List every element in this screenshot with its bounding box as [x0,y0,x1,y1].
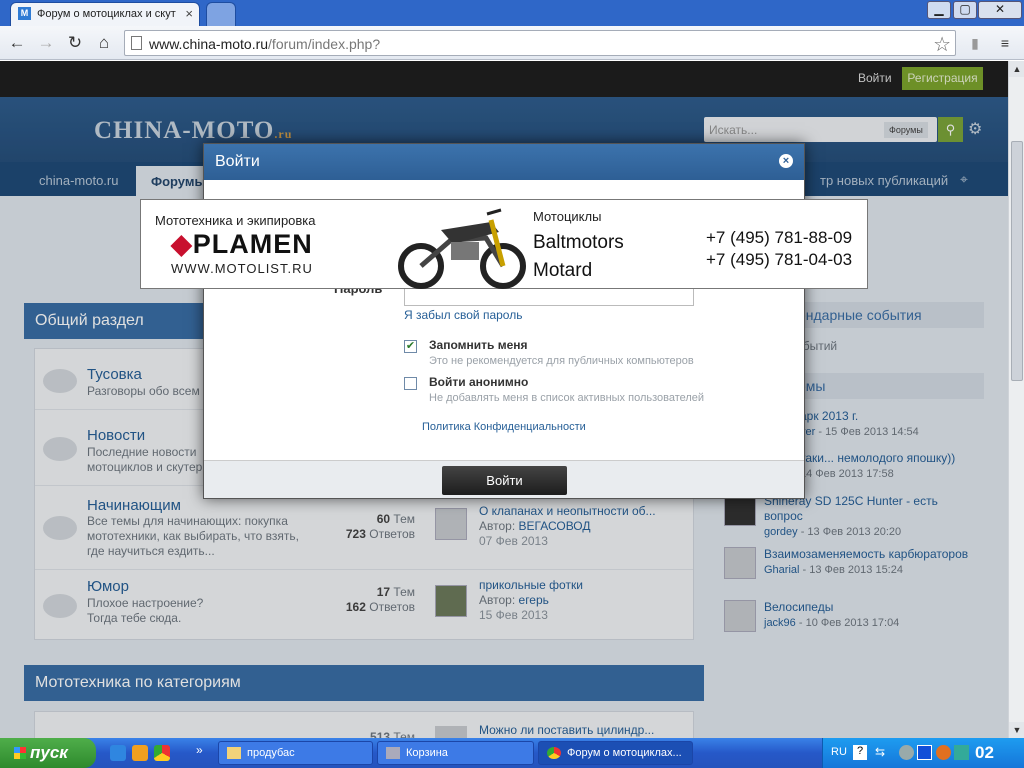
login-anonymous-hint: Не добавлять меня в список активных поль… [429,392,705,404]
scroll-up-icon[interactable]: ▲ [1009,61,1024,77]
folder-icon [227,747,241,759]
close-icon[interactable]: × [779,154,793,168]
dialog-footer: Войти [204,460,804,498]
minimize-button[interactable]: ▁ [927,1,951,19]
dialog-title: Войти [204,144,804,180]
reload-icon[interactable]: ↻ [64,32,86,54]
privacy-policy-link[interactable]: Политика Конфиденциальности [422,421,586,433]
tab-title: Форум о мотоциклах и скут [37,8,176,20]
ad-site: WWW.MOTOLIST.RU [171,261,313,276]
chrome-icon[interactable] [154,745,170,761]
taskbar-item[interactable]: продубас [218,741,373,765]
ad-category: Мотоциклы [533,209,602,224]
window-close-button[interactable]: ✕ [978,1,1022,19]
login-anonymous-label[interactable]: Войти анонимно [429,375,528,389]
ad-phone: +7 (495) 781-04-03 [706,250,853,269]
forgot-password-link[interactable]: Я забыл свой пароль [404,308,522,322]
media-player-icon[interactable] [132,745,148,761]
scroll-down-icon[interactable]: ▼ [1009,722,1024,738]
page-scrollbar[interactable]: ▲ ▼ [1008,61,1024,738]
language-indicator[interactable]: RU [831,746,847,758]
ad-brand2: Baltmotors [533,232,624,253]
screen: M Форум о мотоциклах и скут × ▁ ▢ ✕ ← → … [0,0,1024,768]
tray-arrow-icon[interactable] [899,745,914,760]
help-icon[interactable]: ? [853,745,867,760]
back-arrow-icon[interactable]: ← [6,32,28,54]
ad-phone: +7 (495) 781-88-09 [706,228,853,247]
address-bar[interactable]: www.china-moto.ru/forum/index.php? ☆ [124,30,956,56]
system-tray: RU ? ⇆ 02 [822,738,1024,768]
tray-app-icon[interactable] [936,745,951,760]
login-anonymous-checkbox[interactable] [404,377,417,390]
ad-brand3: Motard [533,260,593,281]
quicklaunch-more-icon[interactable]: » [196,743,203,757]
browser-tab-active[interactable]: M Форум о мотоциклах и скут × [10,2,200,26]
windows-logo-icon [14,747,26,759]
browser-toolbar: ← → ↻ ⌂ www.china-moto.ru/forum/index.ph… [0,26,1024,60]
forward-arrow-icon[interactable]: → [35,32,57,54]
windows-taskbar: пуск » продубас Корзина Форум о мотоцикл… [0,738,1024,768]
home-icon[interactable]: ⌂ [93,32,115,54]
motorcycle-image [398,208,526,289]
recycle-bin-icon [386,747,400,759]
new-tab-button[interactable] [206,2,236,26]
bookmark-star-icon[interactable]: ☆ [933,32,951,57]
url-text: www.china-moto.ru/forum/index.php? [149,36,381,52]
ad-banner[interactable]: Мототехника и экипировка ◆PLAMEN WWW.MOT… [140,199,868,289]
tray-app-icon[interactable] [917,745,932,760]
page-icon [131,36,142,50]
extension-icon[interactable]: ▮ [964,32,986,54]
remember-me-label[interactable]: Запомнить меня [429,338,528,352]
login-submit-button[interactable]: Войти [442,466,567,495]
wrench-menu-icon[interactable]: ≡ [994,32,1016,54]
clock[interactable]: 02 [975,743,994,763]
scroll-thumb[interactable] [1011,141,1023,381]
ie-icon[interactable] [110,745,126,761]
start-button[interactable]: пуск [0,738,96,768]
browser-tab-strip: M Форум о мотоциклах и скут × ▁ ▢ ✕ [0,0,1024,26]
taskbar-item-active[interactable]: Форум о мотоциклах... [538,741,693,765]
chrome-icon [547,747,561,759]
network-icon[interactable]: ⇆ [875,745,885,759]
maximize-button[interactable]: ▢ [953,1,977,19]
ad-brand-logo: ◆PLAMEN [171,229,313,259]
taskbar-item[interactable]: Корзина [377,741,534,765]
remember-me-checkbox[interactable]: ✔ [404,340,417,353]
remember-me-hint: Это не рекомендуется для публичных компь… [429,355,694,367]
ad-tagline: Мототехника и экипировка [155,213,316,228]
site-favicon-icon: M [18,7,31,20]
login-dialog: Войти × Пароль Я забыл свой пароль ✔ Зап… [203,143,805,499]
tab-close-icon[interactable]: × [185,6,193,21]
tray-app-icon[interactable] [954,745,969,760]
